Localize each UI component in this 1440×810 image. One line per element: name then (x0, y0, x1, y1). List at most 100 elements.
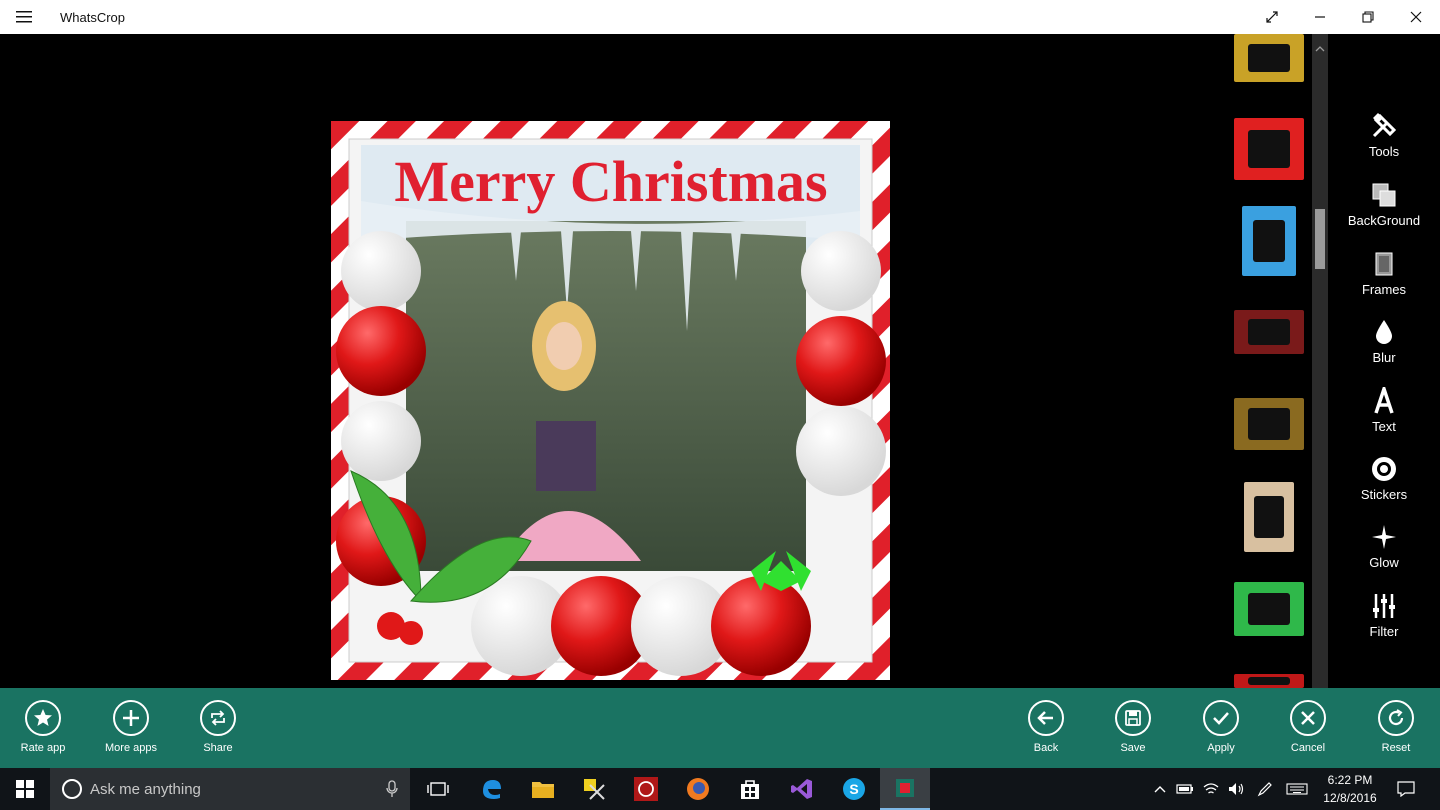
check-icon (1213, 712, 1229, 725)
frames-strip (1230, 34, 1310, 688)
tools-app[interactable] (570, 768, 618, 810)
tool-label: Frames (1361, 282, 1407, 297)
hamburger-icon (16, 11, 32, 23)
frame-thumbnail-oval-frame[interactable] (1244, 482, 1294, 552)
cortana-icon (62, 779, 82, 799)
tool-label: Glow (1369, 555, 1399, 570)
share-button[interactable]: Share (183, 700, 253, 754)
close-window-button[interactable] (1392, 0, 1440, 34)
title-bar: WhatsCrop (0, 0, 1440, 34)
task-view-button[interactable] (414, 768, 462, 810)
edge-browser-app[interactable] (468, 768, 516, 810)
plus-icon (123, 710, 139, 726)
save-label: Save (1120, 742, 1146, 754)
tool-label: Tools (1368, 144, 1400, 159)
frame-thumbnail-window (1248, 592, 1290, 626)
cortana-search-box[interactable]: Ask me anything (50, 768, 410, 810)
frame-thumbnail-merry-christmas-frame[interactable] (1234, 118, 1304, 180)
restore-button[interactable] (1344, 0, 1392, 34)
minimize-icon (1315, 16, 1325, 18)
frame-thumbnail-window (1248, 43, 1290, 73)
edited-photo[interactable]: Merry Christmas (331, 121, 890, 680)
show-hidden-icons[interactable] (1150, 768, 1170, 810)
pen-tray[interactable] (1254, 768, 1276, 810)
visual-studio-app[interactable] (778, 768, 826, 810)
reset-button[interactable]: Reset (1361, 700, 1431, 754)
tools-panel: Tools BackGround Frames Blur Text Sticke… (1328, 34, 1440, 688)
tools-icon (1372, 113, 1397, 138)
tool-label: BackGround (1347, 213, 1421, 228)
system-clock[interactable]: 6:22 PM 12/8/2016 (1312, 771, 1388, 807)
frames-scrollbar[interactable] (1312, 34, 1328, 688)
frame-thumbnail-window (1254, 496, 1284, 538)
tool-blur[interactable]: Blur (1328, 316, 1440, 376)
frame-thumbnail-red-frame[interactable] (1234, 674, 1304, 688)
pen-icon (1257, 782, 1272, 797)
scroll-up-arrow[interactable] (1312, 42, 1328, 56)
file-explorer-app[interactable] (519, 768, 567, 810)
battery-tray[interactable] (1174, 768, 1196, 810)
frame-thumbnail-window (1248, 408, 1290, 440)
task-view-icon (427, 782, 449, 796)
apply-button[interactable]: Apply (1186, 700, 1256, 754)
frame-thumbnail-ornate-gold-frame[interactable] (1234, 398, 1304, 450)
wifi-icon (1203, 783, 1219, 794)
tool-frames[interactable]: Frames (1328, 248, 1440, 308)
tool-filter[interactable]: Filter (1328, 590, 1440, 650)
frame-thumbnail-window (1248, 130, 1290, 168)
tool-tools[interactable]: Tools (1328, 110, 1440, 170)
hamburger-menu-button[interactable] (0, 0, 48, 34)
back-button[interactable]: Back (1011, 700, 1081, 754)
whatscrop-app[interactable] (880, 768, 930, 810)
firefox-app[interactable] (674, 768, 722, 810)
chevron-up-icon (1154, 786, 1166, 793)
tool-text[interactable]: Text (1328, 385, 1440, 445)
star-icon (34, 709, 52, 726)
blur-icon (1376, 320, 1392, 344)
fullscreen-button[interactable] (1248, 0, 1296, 34)
rate-app-button[interactable]: Rate app (8, 700, 78, 754)
frame-thumbnail-holly-frame[interactable] (1234, 310, 1304, 354)
volume-tray[interactable] (1226, 768, 1248, 810)
save-button[interactable]: Save (1098, 700, 1168, 754)
red-app[interactable] (622, 768, 670, 810)
tool-glow[interactable]: Glow (1328, 521, 1440, 581)
reset-label: Reset (1381, 742, 1411, 754)
windows-taskbar: Ask me anything S 6:22 PM 12/8/2016 (0, 768, 1440, 810)
restore-icon (1362, 11, 1374, 23)
search-placeholder: Ask me anything (90, 780, 201, 798)
frame-thumbnail-balloons-frame[interactable] (1242, 206, 1296, 276)
more-apps-button[interactable]: More apps (96, 700, 166, 754)
frame-thumbnail-window (1248, 318, 1290, 346)
cancel-button[interactable]: Cancel (1273, 700, 1343, 754)
scrollbar-thumb[interactable] (1315, 209, 1325, 269)
stickers-icon (1372, 457, 1396, 481)
frame-thumbnail-gold-frame[interactable] (1234, 34, 1304, 82)
keyboard-tray[interactable] (1284, 768, 1310, 810)
share-icon (211, 710, 225, 726)
back-label: Back (1033, 742, 1059, 754)
frame-thumbnail-window (1248, 676, 1290, 686)
bottom-app-bar: Rate app More apps Share Back Save Apply… (0, 688, 1440, 768)
close-icon (1410, 11, 1422, 23)
visual-studio-icon (791, 779, 812, 799)
microphone-icon[interactable] (386, 780, 398, 798)
tool-label: Stickers (1360, 487, 1408, 502)
start-button[interactable] (0, 768, 50, 810)
tool-background[interactable]: BackGround (1328, 179, 1440, 239)
action-center-button[interactable] (1392, 768, 1420, 810)
minimize-button[interactable] (1296, 0, 1344, 34)
more-apps-label: More apps (105, 742, 157, 754)
cancel-label: Cancel (1290, 742, 1326, 754)
share-label: Share (203, 742, 233, 754)
wifi-tray[interactable] (1200, 768, 1222, 810)
app-red-icon (634, 777, 658, 801)
tool-label: Filter (1369, 624, 1399, 639)
windows-logo-icon (16, 780, 34, 798)
svg-text:S: S (849, 781, 858, 797)
skype-icon: S (843, 778, 865, 800)
skype-app[interactable]: S (830, 768, 878, 810)
tool-stickers[interactable]: Stickers (1328, 453, 1440, 513)
store-app[interactable] (726, 768, 774, 810)
frame-thumbnail-green-border-frame[interactable] (1234, 582, 1304, 636)
